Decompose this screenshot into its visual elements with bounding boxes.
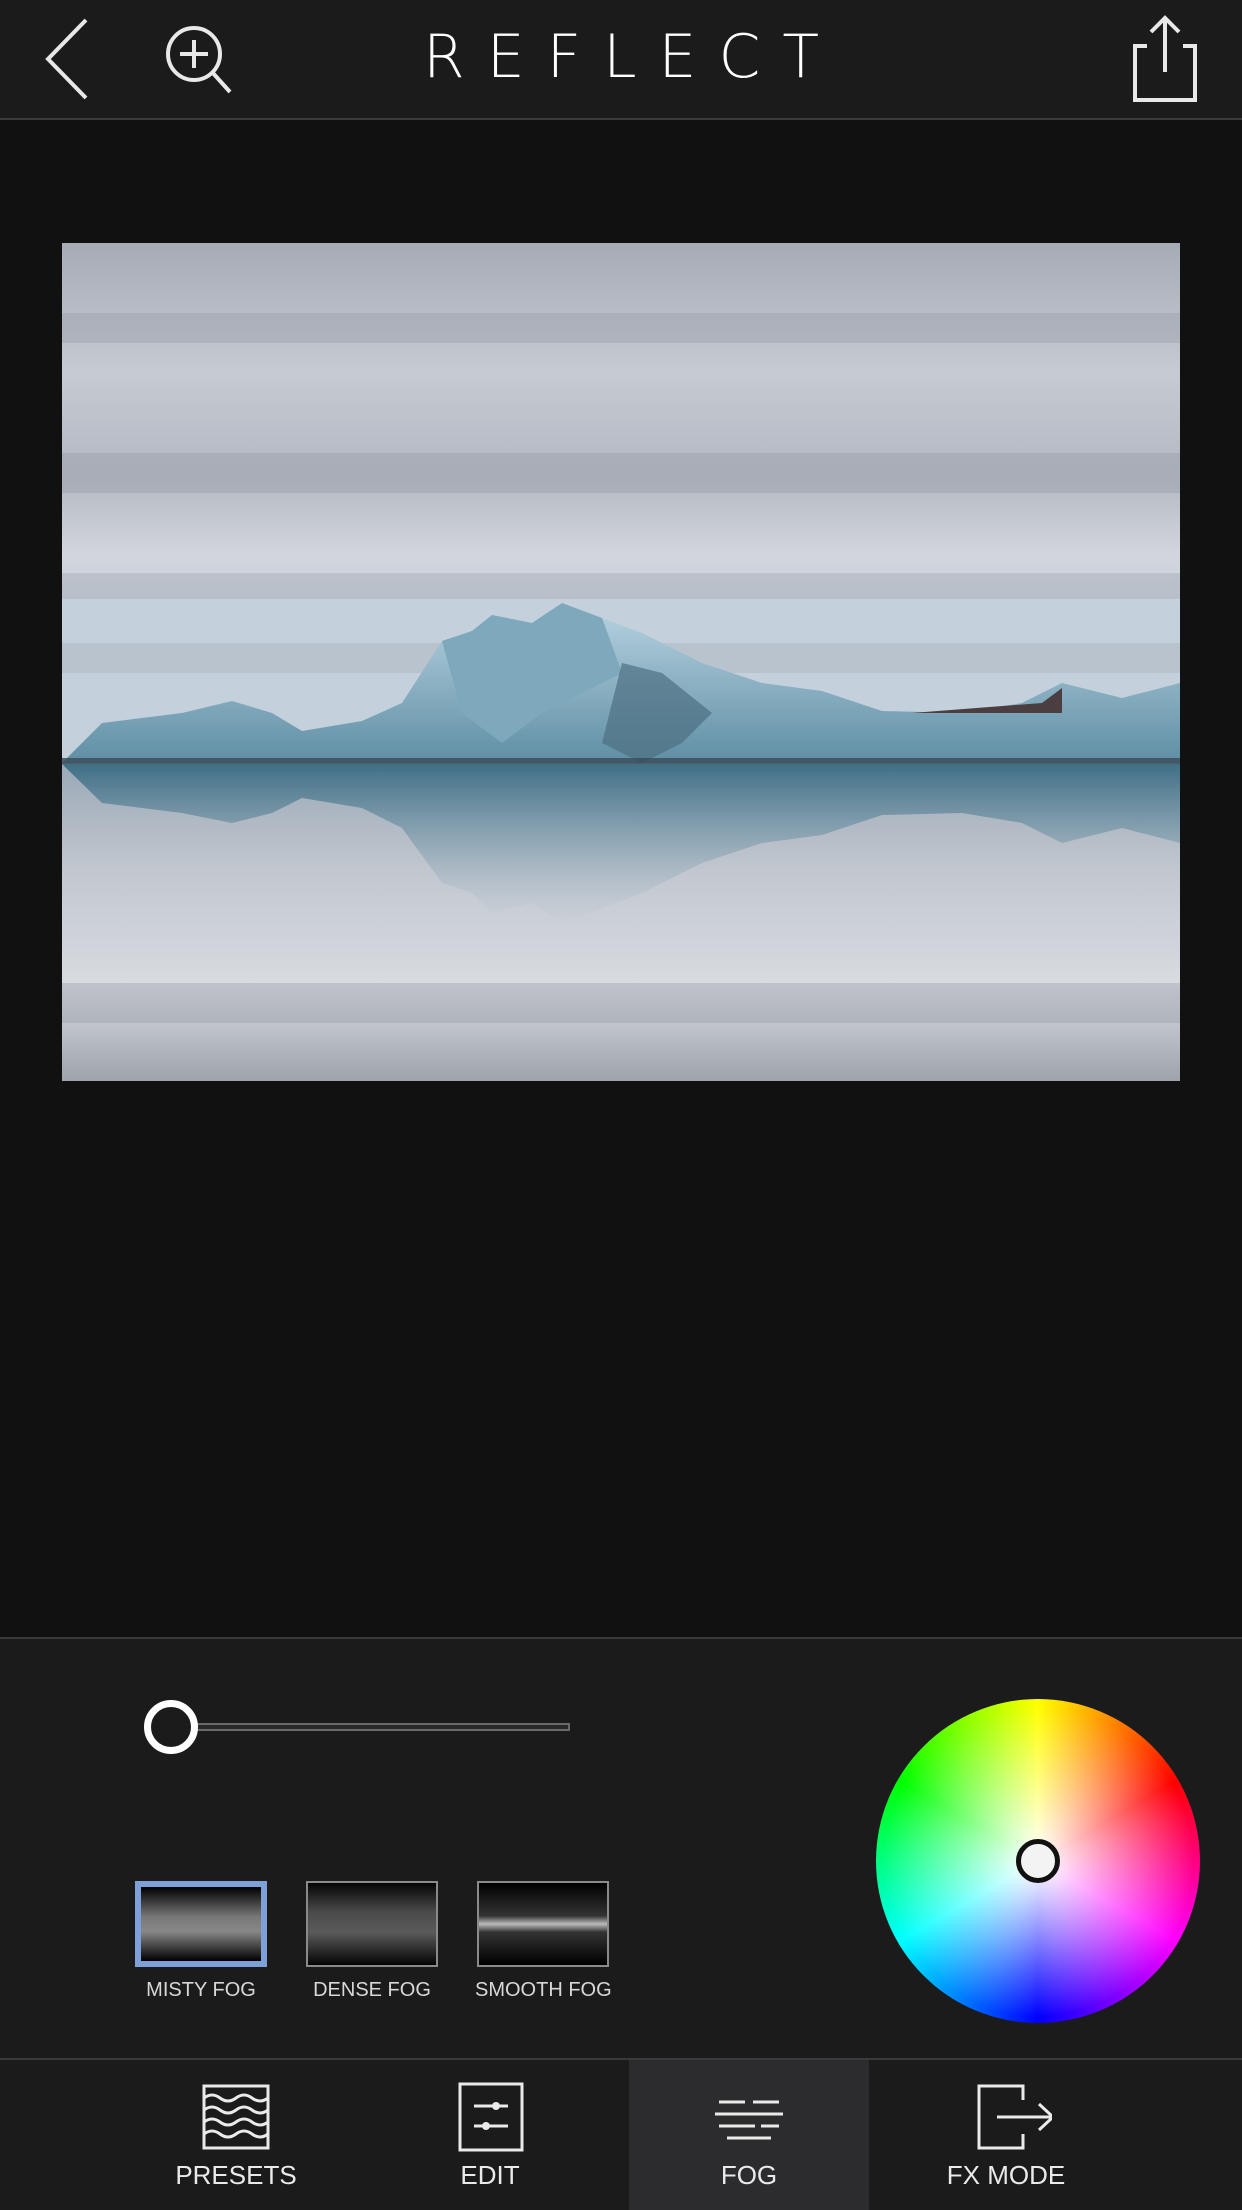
iceberg-photo [62, 243, 1180, 1081]
fx-mode-icon [977, 2084, 1052, 2150]
fog-option-label: DENSE FOG [313, 1979, 431, 2001]
edited-photo[interactable] [62, 243, 1180, 1081]
bottom-nav: PRESETS EDIT FOG FX MODE [0, 2058, 1242, 2210]
share-button[interactable] [1125, 12, 1205, 106]
fog-option-dense[interactable]: DENSE FOG [304, 1881, 440, 2002]
fog-controls-panel: MISTY FOG DENSE FOG SMOOTH FOG [0, 1637, 1242, 2059]
fog-intensity-slider[interactable] [172, 1723, 570, 1731]
tab-label: EDIT [460, 2160, 520, 2190]
tab-presets[interactable]: PRESETS [116, 2060, 356, 2210]
fog-option-misty[interactable]: MISTY FOG [133, 1881, 269, 2002]
edit-sliders-icon [458, 2082, 524, 2152]
fog-thumbnail-misty [135, 1881, 267, 1967]
tab-fog[interactable]: FOG [629, 2060, 869, 2210]
tab-edit[interactable]: EDIT [370, 2060, 610, 2210]
fog-option-label: MISTY FOG [146, 1979, 256, 2001]
share-icon [1133, 15, 1197, 102]
tab-fx-mode[interactable]: FX MODE [886, 2060, 1126, 2210]
fog-option-label: SMOOTH FOG [475, 1979, 612, 2001]
fog-intensity-slider-thumb[interactable] [144, 1700, 198, 1754]
color-wheel-handle[interactable] [1016, 1839, 1060, 1883]
fog-option-smooth[interactable]: SMOOTH FOG [475, 1881, 612, 2002]
fog-thumbnail-dense [306, 1881, 438, 1967]
presets-icon [202, 2084, 270, 2150]
tab-label: FOG [720, 2160, 778, 2190]
top-bar: REFLECT [0, 0, 1242, 120]
fog-thumbnail-smooth [477, 1881, 609, 1967]
tab-label: FX MODE [946, 2160, 1066, 2190]
fog-color-wheel[interactable] [876, 1699, 1200, 2023]
tab-label: PRESETS [175, 2160, 297, 2190]
app-title: REFLECT [423, 22, 841, 92]
fog-icon [715, 2100, 783, 2140]
